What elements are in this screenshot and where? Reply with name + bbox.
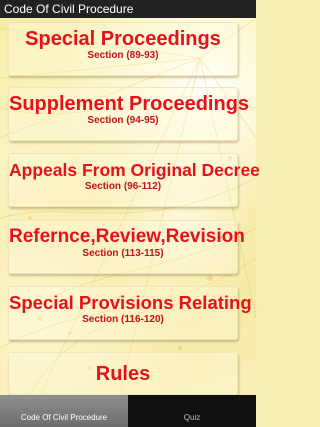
menu-item-title: Rules <box>95 363 151 385</box>
bottom-tab-bar: Code Of Civil Procedure Quiz <box>0 395 256 427</box>
tab-label: Code Of Civil Procedure <box>20 413 108 422</box>
tab-code-of-civil-procedure[interactable]: Code Of Civil Procedure <box>0 395 128 427</box>
app-title: Code Of Civil Procedure <box>4 2 134 16</box>
menu-item-special-proceedings[interactable]: Special Proceedings Section (89-93) <box>8 22 238 76</box>
menu-item-supplement-proceedings[interactable]: Supplement Proceedings Section (94-95) <box>8 87 250 141</box>
menu-item-section: Section (96-112) <box>84 181 162 192</box>
menu-item-title: Refernce,Review,Revision <box>9 226 245 247</box>
menu-item-title: Special Provisions Relating <box>9 292 252 313</box>
menu-item-section: Section (116-120) <box>82 314 164 325</box>
menu-item-section: Section (89-93) <box>87 50 159 61</box>
menu-item-reference-review-revision[interactable]: Refernce,Review,Revision Section (113-11… <box>8 220 245 274</box>
menu-item-title: Supplement Proceedings <box>9 93 250 115</box>
menu-item-section: Section (94-95) <box>87 115 159 126</box>
menu-item-title: Special Proceedings <box>25 28 221 50</box>
menu-item-title: Appeals From Original Decree <box>9 160 260 180</box>
menu-item-rules[interactable]: Rules <box>8 352 238 395</box>
tab-quiz[interactable]: Quiz <box>128 395 256 427</box>
tab-label: Quiz <box>183 413 201 422</box>
app-title-bar: Code Of Civil Procedure <box>0 0 256 18</box>
menu-item-section: Section (113-115) <box>82 248 164 259</box>
menu-item-special-provisions-relating[interactable]: Special Provisions Relating Section (116… <box>8 286 252 340</box>
menu-item-appeals-from-original-decree[interactable]: Appeals From Original Decree Section (96… <box>8 153 260 207</box>
